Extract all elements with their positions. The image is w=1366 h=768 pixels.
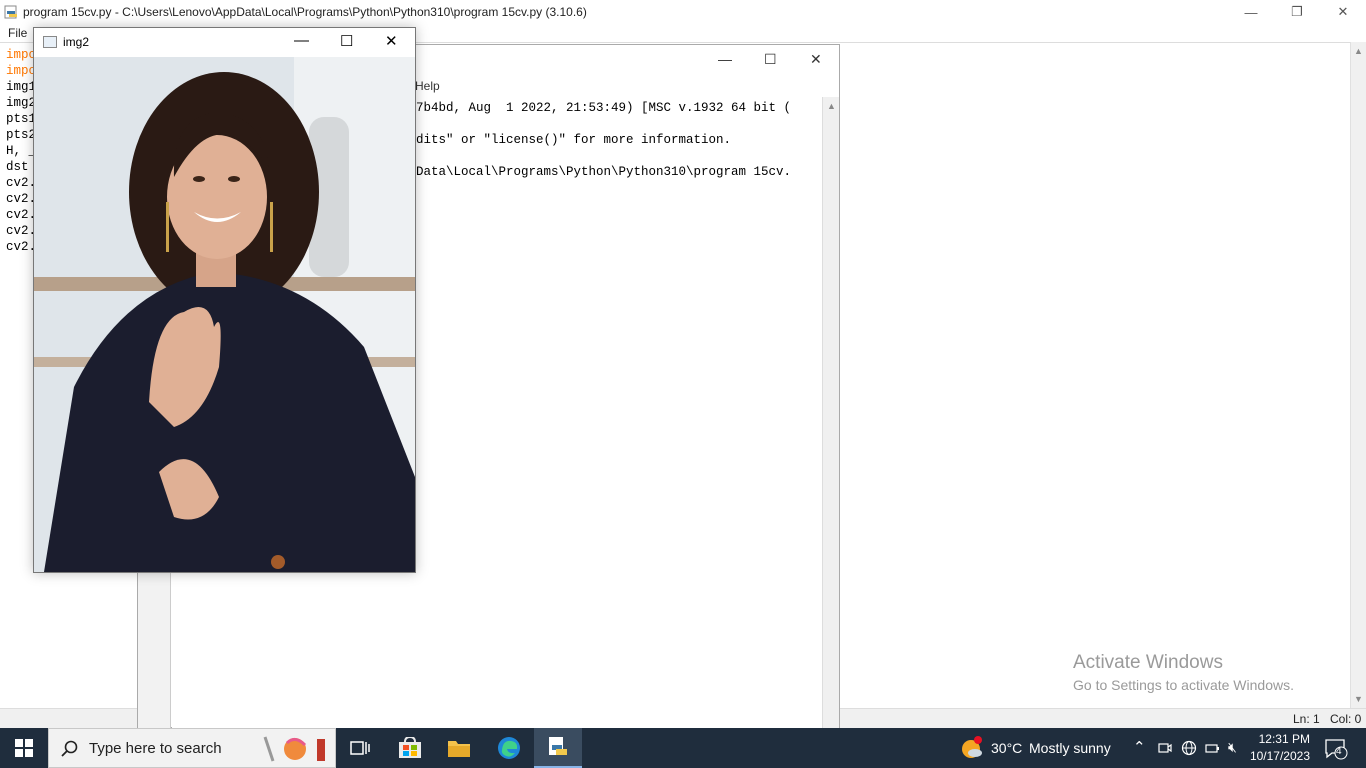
code-line: H, _ xyxy=(6,144,37,158)
search-highlight-icon xyxy=(263,736,325,762)
activate-windows-watermark: Activate Windows Go to Settings to activ… xyxy=(1073,652,1294,693)
clock-time: 12:31 PM xyxy=(1258,732,1310,746)
network-globe-icon[interactable] xyxy=(1181,740,1197,756)
python-idle-icon xyxy=(549,737,567,755)
code-line: img2 xyxy=(6,96,37,110)
img2-maximize-button[interactable]: ☐ xyxy=(340,32,353,50)
speaker-muted-icon[interactable]: 🔇︎ xyxy=(1228,739,1237,756)
window-icon xyxy=(43,36,57,48)
status-column: Col: 0 xyxy=(1330,712,1362,726)
shell-close-button[interactable]: ✕ xyxy=(810,51,822,68)
shell-minimize-button[interactable]: — xyxy=(718,51,732,67)
activate-subtitle: Go to Settings to activate Windows. xyxy=(1073,677,1294,693)
img2-window[interactable]: img2 — ☐ ✕ xyxy=(33,27,416,573)
code-line: cv2. xyxy=(6,224,37,238)
restore-button[interactable]: ❐ xyxy=(1274,0,1320,24)
notification-count-badge: 4 xyxy=(1336,746,1342,757)
taskbar-clock[interactable]: 12:31 PM 10/17/2023 xyxy=(1250,731,1310,765)
scroll-up-icon[interactable]: ▲ xyxy=(1354,46,1363,56)
search-icon xyxy=(61,740,78,757)
task-view-button[interactable] xyxy=(336,728,384,768)
meet-now-icon[interactable] xyxy=(1158,741,1172,755)
task-view-icon xyxy=(350,741,370,755)
menu-help[interactable]: Help xyxy=(415,79,440,93)
search-placeholder: Type here to search xyxy=(89,740,222,757)
windows-logo-icon xyxy=(15,739,33,757)
shell-output-line: dits" or "license()" for more informatio… xyxy=(416,133,732,147)
weather-sunny-icon[interactable] xyxy=(960,736,984,760)
microsoft-store-icon xyxy=(399,737,421,758)
portrait-photo xyxy=(34,57,415,572)
code-line: impo xyxy=(6,64,37,78)
code-line: cv2. xyxy=(6,208,37,222)
activate-title: Activate Windows xyxy=(1073,652,1223,673)
battery-plug-icon[interactable] xyxy=(1205,741,1221,755)
code-line: pts1 xyxy=(6,112,37,126)
editor-scrollbar[interactable]: ▲ ▼ xyxy=(1350,42,1366,708)
code-line: impo xyxy=(6,48,37,62)
shell-maximize-button[interactable]: ☐ xyxy=(764,51,777,68)
minimize-button[interactable]: — xyxy=(1228,0,1274,24)
code-line: img1 xyxy=(6,80,37,94)
menu-file[interactable]: File xyxy=(8,26,27,40)
editor-titlebar: program 15cv.py - C:\Users\Lenovo\AppDat… xyxy=(0,0,1366,24)
clock-date: 10/17/2023 xyxy=(1249,749,1310,763)
shell-scrollbar[interactable]: ▲ xyxy=(822,97,839,729)
code-line: cv2. xyxy=(6,240,37,254)
folder-icon xyxy=(448,741,470,757)
img2-window-title: img2 xyxy=(63,35,90,49)
code-line: cv2. xyxy=(6,192,37,206)
code-line: pts2 xyxy=(6,128,37,142)
edge-browser-icon xyxy=(498,737,520,759)
scroll-down-icon[interactable]: ▼ xyxy=(1354,694,1363,704)
weather-temperature[interactable]: 30°C xyxy=(991,740,1022,756)
taskbar-edge[interactable] xyxy=(485,728,533,768)
taskbar-python-idle[interactable] xyxy=(534,728,582,768)
taskbar: Type here to search 30°C Mostly sunny ⌃ … xyxy=(0,728,1366,768)
code-lines: impo impo img1 img2 pts1 pts2 H, _dst cv2. cv2.… xyxy=(6,47,36,255)
shell-output-line: 7b4bd, Aug 1 2022, 21:53:49) [MSC v.1932… xyxy=(416,101,792,115)
code-line: cv2. xyxy=(6,176,37,190)
chevron-up-icon[interactable]: ⌃ xyxy=(1133,738,1146,756)
img2-minimize-button[interactable]: — xyxy=(294,32,309,49)
status-line: Ln: 1 xyxy=(1293,712,1320,726)
scroll-up-icon[interactable]: ▲ xyxy=(827,101,836,111)
img2-titlebar: img2 — ☐ ✕ xyxy=(34,28,415,57)
code-line: dst xyxy=(6,160,37,174)
img2-close-button[interactable]: ✕ xyxy=(385,32,398,50)
close-button[interactable]: ✕ xyxy=(1320,0,1366,24)
taskbar-file-explorer[interactable] xyxy=(435,728,483,768)
shell-output-line: Data\Local\Programs\Python\Python310\pro… xyxy=(416,165,792,179)
start-button[interactable] xyxy=(0,728,48,768)
editor-window-title: program 15cv.py - C:\Users\Lenovo\AppDat… xyxy=(23,5,587,19)
taskbar-store[interactable] xyxy=(386,728,434,768)
portrait-illustration xyxy=(34,57,415,572)
weather-description[interactable]: Mostly sunny xyxy=(1029,740,1111,756)
python-idle-icon xyxy=(4,5,17,19)
taskbar-search-box[interactable]: Type here to search xyxy=(48,728,336,768)
